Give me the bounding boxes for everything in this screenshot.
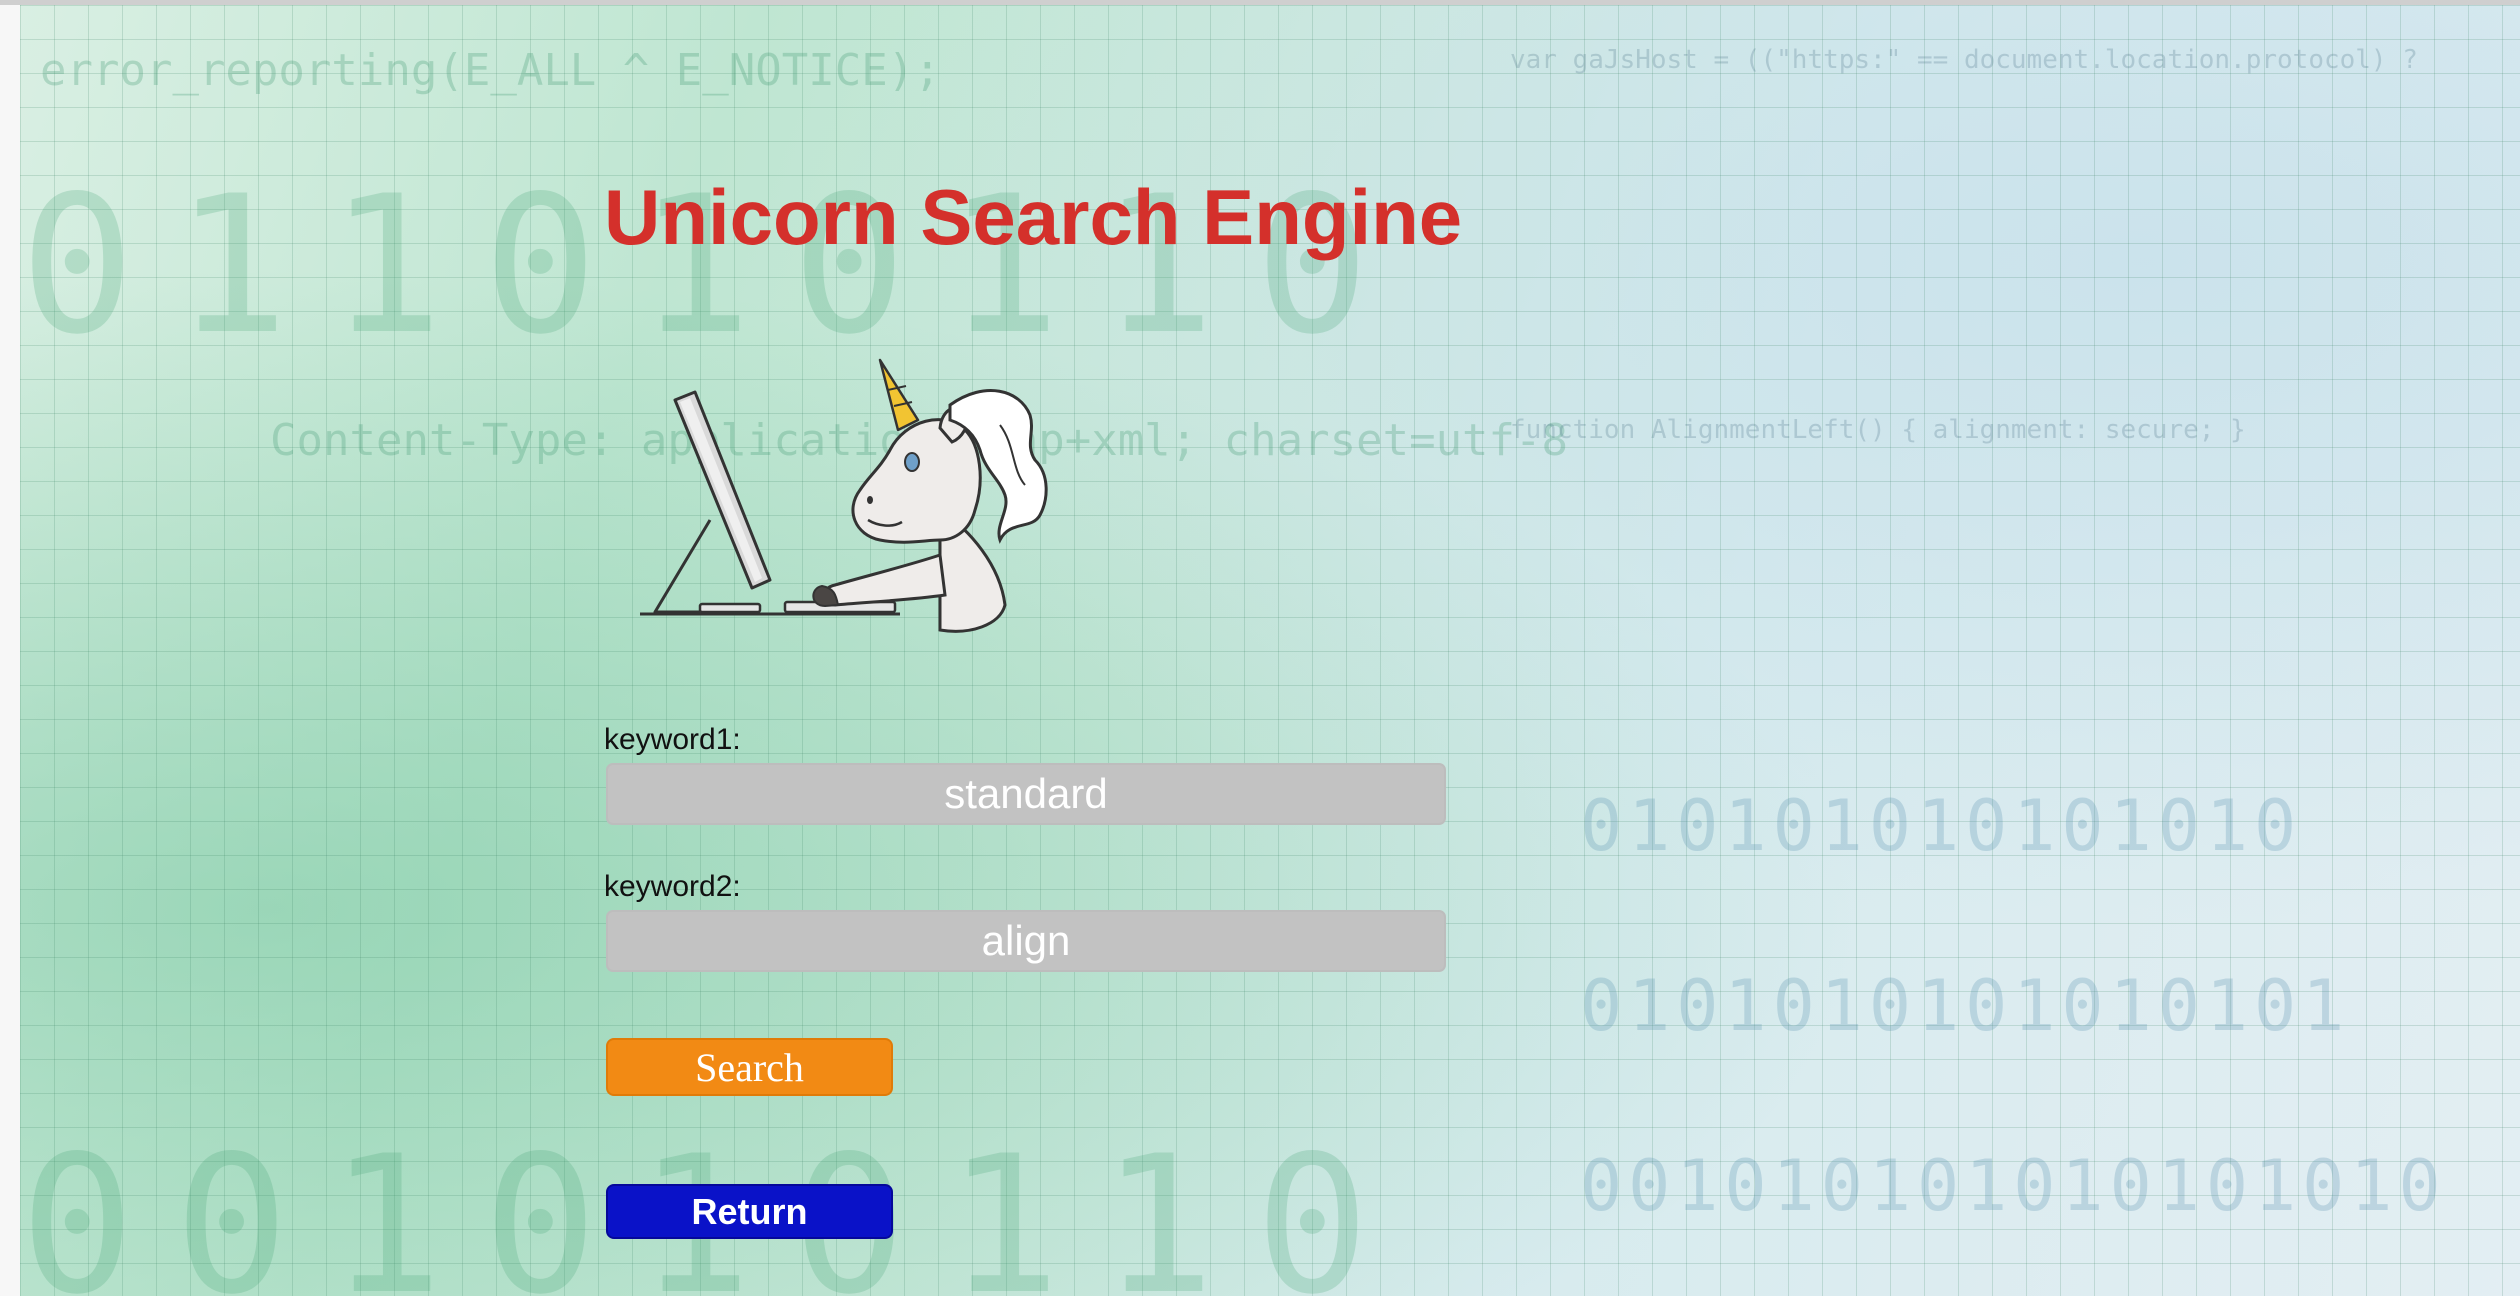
search-button[interactable]: Search	[606, 1038, 893, 1096]
keyword1-label: keyword1:	[604, 723, 741, 756]
unicorn-at-computer-icon	[640, 350, 1090, 640]
keyword1-input[interactable]	[606, 763, 1446, 825]
keyword2-label: keyword2:	[604, 870, 741, 903]
keyword2-input[interactable]	[606, 910, 1446, 972]
main-content: Unicorn Search Engine keyword1: standard…	[0, 0, 2520, 1296]
return-button[interactable]: Return	[606, 1184, 893, 1239]
page-title: Unicorn Search Engine	[604, 173, 1463, 261]
